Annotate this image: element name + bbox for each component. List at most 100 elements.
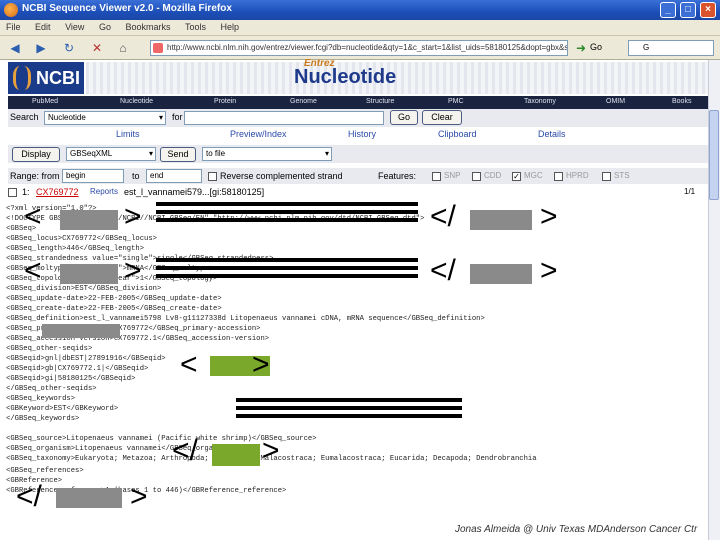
go-arrow-icon[interactable]: ➜: [572, 39, 590, 57]
accession-link[interactable]: CX769772: [36, 187, 79, 197]
xml-line: <GBSeqid>gi|58180125</GBSeqid>: [6, 375, 136, 383]
database-select[interactable]: Nucleotide ▾: [44, 111, 166, 125]
stop-icon[interactable]: ✕: [88, 39, 106, 57]
range-row: Range: from begin to end Reverse complem…: [8, 168, 712, 184]
tag-open-bracket: <: [180, 348, 198, 381]
web-search-input[interactable]: G: [628, 40, 714, 56]
scrollbar-thumb[interactable]: [709, 110, 719, 200]
menu-bookmarks[interactable]: Bookmarks: [119, 20, 176, 34]
feature-snp-label: SNP: [444, 171, 461, 180]
search-label: Search: [10, 112, 39, 122]
menu-edit[interactable]: Edit: [29, 20, 57, 34]
send-button[interactable]: Send: [160, 147, 196, 162]
send-to-select[interactable]: to file ▾: [202, 147, 332, 161]
display-button[interactable]: Display: [12, 147, 60, 162]
minimize-button[interactable]: _: [660, 2, 676, 18]
tag-end-open: </: [172, 434, 198, 467]
clear-button[interactable]: Clear: [422, 110, 462, 125]
feature-hprd-checkbox[interactable]: [554, 172, 563, 181]
xml-line: <GBSeq_length>446</GBSeq_length>: [6, 245, 145, 253]
tag-end-close: >: [130, 480, 148, 513]
redaction-bar: [156, 258, 418, 262]
maximize-button[interactable]: □: [680, 2, 696, 18]
window-title-bar: NCBI Sequence Viewer v2.0 - Mozilla Fire…: [0, 0, 720, 20]
forward-icon[interactable]: ▶: [32, 39, 50, 57]
xml-line: <GBSeq_locus>CX769772</GBSeq_locus>: [6, 235, 157, 243]
result-checkbox[interactable]: [8, 188, 17, 197]
db-pubmed[interactable]: PubMed: [32, 98, 58, 105]
feature-sts-checkbox[interactable]: [602, 172, 611, 181]
tag-open-bracket: <: [24, 200, 42, 233]
ncbi-logo-text: NCBI: [36, 68, 80, 88]
tag-open-bracket: <: [24, 254, 42, 287]
db-taxonomy[interactable]: Taxonomy: [524, 98, 556, 105]
menu-tools[interactable]: Tools: [179, 20, 212, 34]
menu-view[interactable]: View: [59, 20, 90, 34]
redaction-bar: [156, 210, 418, 214]
range-to-input[interactable]: end: [146, 169, 202, 183]
go-button[interactable]: Go: [590, 42, 602, 52]
display-row: Display GBSeqXML ▾ Send to file ▾: [8, 145, 712, 163]
range-to-value: end: [150, 171, 164, 180]
db-omim[interactable]: OMIM: [606, 98, 625, 105]
gray-tag-box: [60, 210, 118, 230]
url-input[interactable]: http://www.ncbi.nlm.nih.gov/entrez/viewe…: [150, 40, 568, 56]
database-select-value: Nucleotide: [48, 113, 86, 122]
db-nucleotide[interactable]: Nucleotide: [120, 98, 153, 105]
close-button[interactable]: ×: [700, 2, 716, 18]
database-nav: PubMed Nucleotide Protein Genome Structu…: [8, 96, 712, 109]
gray-tag-box: [42, 324, 120, 338]
tab-details[interactable]: Details: [538, 129, 566, 139]
home-icon[interactable]: ⌂: [114, 39, 132, 57]
green-tag-box: [212, 444, 260, 466]
go-search-button[interactable]: Go: [390, 110, 418, 125]
gray-tag-box: [470, 264, 532, 284]
db-protein[interactable]: Protein: [214, 98, 236, 105]
redaction-bar: [156, 218, 418, 222]
reload-icon[interactable]: ↻: [60, 39, 78, 57]
tag-end-open: </: [16, 480, 42, 513]
db-books[interactable]: Books: [672, 98, 691, 105]
tab-clipboard[interactable]: Clipboard: [438, 129, 477, 139]
xml-line: <GBKeyword>EST</GBKeyword>: [6, 405, 119, 413]
db-genome[interactable]: Genome: [290, 98, 317, 105]
url-text: http://www.ncbi.nlm.nih.gov/entrez/viewe…: [167, 43, 568, 52]
range-label: Range: from: [10, 171, 60, 181]
menu-help[interactable]: Help: [215, 20, 246, 34]
send-to-select-value: to file: [206, 149, 226, 158]
format-select-value: GBSeqXML: [70, 149, 113, 158]
ncbi-logo[interactable]: NCBI: [8, 62, 84, 94]
chevron-down-icon: ▾: [158, 113, 163, 122]
xml-line: </GBSeq_other-seqids>: [6, 385, 97, 393]
back-icon[interactable]: ◀: [6, 39, 24, 57]
links-row: Limits Preview/Index History Clipboard D…: [8, 127, 712, 143]
redaction-bar: [156, 274, 418, 278]
search-row: Search Nucleotide ▾ for Go Clear: [8, 109, 712, 127]
chevron-down-icon: ▾: [324, 149, 329, 158]
for-label: for: [172, 112, 183, 122]
tab-history[interactable]: History: [348, 129, 376, 139]
menu-go[interactable]: Go: [93, 20, 117, 34]
range-from-input[interactable]: begin: [62, 169, 124, 183]
menu-file[interactable]: File: [0, 20, 27, 34]
tab-preview-index[interactable]: Preview/Index: [230, 129, 287, 139]
xml-line: <GBSeq_other-seqids>: [6, 345, 93, 353]
tag-end-close: >: [540, 200, 558, 233]
feature-cdd-checkbox[interactable]: [472, 172, 481, 181]
db-structure[interactable]: Structure: [366, 98, 394, 105]
search-input[interactable]: [184, 111, 384, 125]
feature-mgc-checkbox[interactable]: ✓: [512, 172, 521, 181]
feature-snp-checkbox[interactable]: [432, 172, 441, 181]
reverse-strand-checkbox[interactable]: [208, 172, 217, 181]
menu-bar: File Edit View Go Bookmarks Tools Help: [0, 20, 720, 36]
reports-link[interactable]: Reports: [90, 187, 118, 196]
redaction-bar: [236, 406, 462, 410]
db-pmc[interactable]: PMC: [448, 98, 464, 105]
result-row: 1: CX769772 Reports est_l_vannamei579...…: [8, 187, 708, 199]
xml-line: <GBSeqid>gb|CX769772.1|</GBSeqid>: [6, 365, 149, 373]
tab-limits[interactable]: Limits: [116, 129, 140, 139]
tag-end-close: >: [262, 434, 280, 467]
format-select[interactable]: GBSeqXML ▾: [66, 147, 156, 161]
xml-line: <GBSeq_organism>Litopenaeus vannamei</GB…: [6, 445, 235, 453]
gray-tag-box: [470, 210, 532, 230]
